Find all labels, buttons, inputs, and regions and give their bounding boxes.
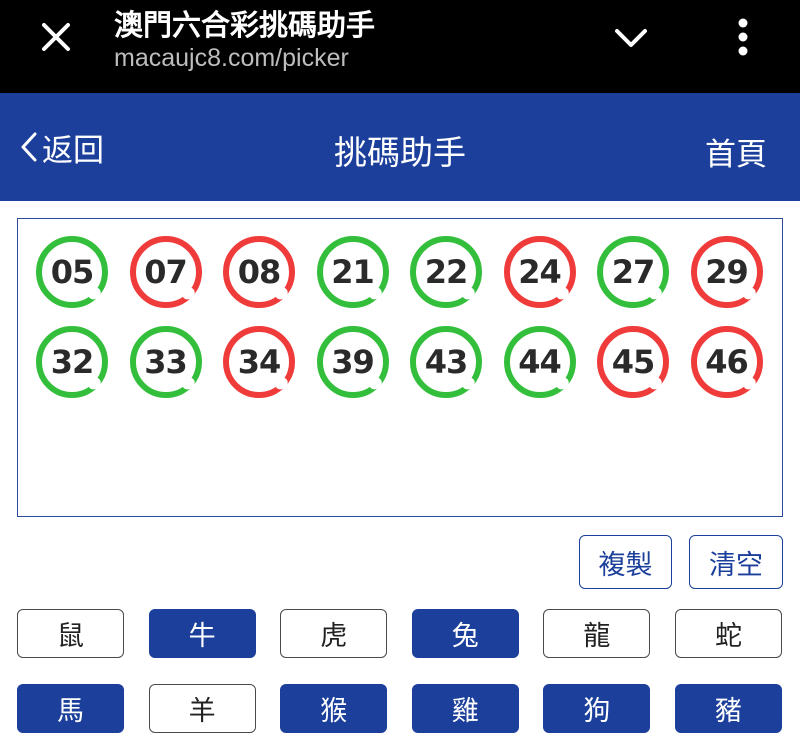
number-ball[interactable]: 32: [36, 326, 108, 398]
number-ball[interactable]: 27: [597, 236, 669, 308]
close-icon: [42, 23, 70, 51]
more-options-button[interactable]: [720, 12, 766, 62]
ball-number: 07: [144, 253, 188, 291]
zodiac-button[interactable]: 牛: [148, 609, 256, 658]
ball-number: 29: [705, 253, 749, 291]
zodiac-button[interactable]: 雞: [411, 684, 519, 733]
zodiac-button[interactable]: 狗: [543, 684, 651, 733]
copy-button[interactable]: 複製: [579, 535, 672, 589]
clear-button[interactable]: 清空: [689, 535, 783, 589]
ball-number: 43: [424, 343, 469, 381]
number-ball[interactable]: 24: [503, 236, 576, 308]
zodiac-button[interactable]: 豬: [675, 684, 782, 733]
zodiac-button[interactable]: 蛇: [675, 609, 782, 658]
expand-button[interactable]: [606, 16, 656, 60]
zodiac-button[interactable]: 鼠: [17, 609, 124, 658]
zodiac-button[interactable]: 兔: [411, 609, 519, 658]
number-ball[interactable]: 46: [690, 326, 763, 398]
number-ball[interactable]: 22: [410, 236, 482, 308]
browser-url[interactable]: macaujc8.com/picker: [114, 44, 349, 73]
ball-number: 32: [50, 343, 95, 381]
number-ball[interactable]: 05: [36, 236, 108, 308]
number-ball[interactable]: 44: [503, 326, 576, 398]
page-title: 挑碼助手: [334, 133, 466, 172]
ball-number: 34: [237, 343, 282, 381]
close-tab-button[interactable]: [30, 14, 82, 60]
number-ball[interactable]: 39: [316, 326, 389, 398]
number-ball[interactable]: 45: [597, 326, 669, 398]
number-ball[interactable]: 43: [410, 326, 482, 398]
ball-number: 22: [424, 253, 469, 291]
ball-number: 05: [50, 253, 95, 291]
zodiac-button[interactable]: 虎: [280, 609, 388, 658]
ball-number: 27: [611, 253, 656, 291]
back-label: 返回: [42, 132, 104, 169]
zodiac-button[interactable]: 猴: [280, 684, 388, 733]
home-link[interactable]: 首頁: [705, 129, 767, 174]
ball-number: 33: [144, 343, 188, 381]
ball-number: 21: [331, 253, 375, 291]
number-ball[interactable]: 08: [223, 236, 295, 308]
chevron-left-icon: [21, 132, 37, 162]
ball-number: 24: [518, 253, 562, 291]
zodiac-button[interactable]: 羊: [148, 684, 256, 733]
chevron-down-icon: [615, 29, 647, 47]
back-button[interactable]: 返回: [20, 126, 104, 169]
zodiac-button[interactable]: 馬: [17, 684, 124, 733]
ball-number: 44: [518, 343, 562, 381]
ball-number: 39: [331, 343, 375, 381]
number-ball[interactable]: 21: [316, 236, 389, 308]
number-ball[interactable]: 33: [129, 326, 202, 398]
app-header: 返回 挑碼助手 首頁: [0, 93, 800, 201]
browser-page-title: 澳門六合彩挑碼助手: [114, 8, 376, 42]
number-ball[interactable]: 34: [223, 326, 295, 398]
ball-number: 46: [705, 343, 749, 381]
ball-number: 08: [237, 253, 282, 291]
browser-toolbar: 澳門六合彩挑碼助手 macaujc8.com/picker: [0, 0, 800, 93]
number-ball[interactable]: 29: [690, 236, 763, 308]
zodiac-button[interactable]: 龍: [543, 609, 651, 658]
ball-number: 45: [611, 343, 656, 381]
more-vertical-icon: [738, 18, 748, 56]
number-ball[interactable]: 07: [129, 236, 202, 308]
selected-numbers-panel: 05 07 08 21 22 24 27 29 32 33 34 39 43 44 45 46: [17, 218, 783, 517]
